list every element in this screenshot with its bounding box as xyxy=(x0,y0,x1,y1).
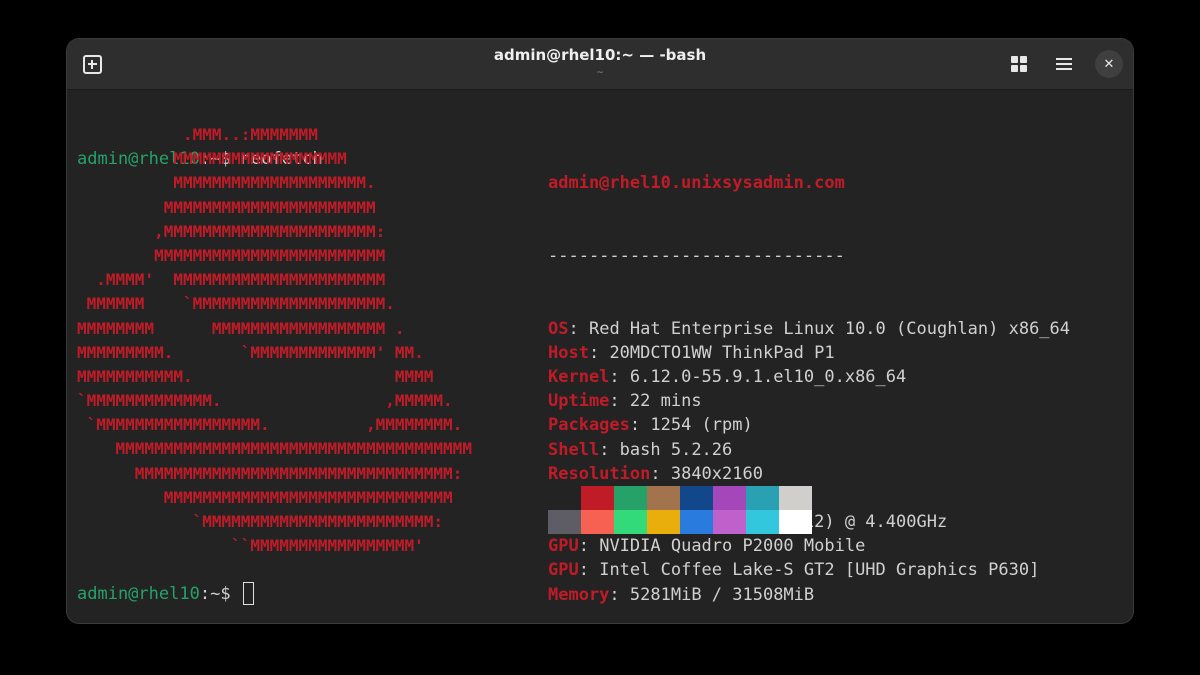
system-info: admin@rhel10.unixsysadmin.com ----------… xyxy=(548,123,1070,607)
prompt-user: admin@rhel10 xyxy=(77,584,200,604)
host-line: admin@rhel10.unixsysadmin.com xyxy=(548,173,845,194)
ascii-logo: .MMM..:MMMMMMM MMMMMMMMMMMMMMMMMM MMMMMM… xyxy=(77,123,472,558)
ascii-logo-line: MMMMMMMMM. `MMMMMMMMMMMMM' MM. xyxy=(77,342,424,362)
info-key: GPU xyxy=(548,560,579,581)
ascii-logo-line: MMMMMMMMMMMMMMMMMMMMMMMMMMMMMMMMM: xyxy=(77,463,463,483)
ascii-logo-line: .MMM..:MMMMMMM xyxy=(77,125,318,144)
color-palette xyxy=(548,486,812,534)
close-icon: ✕ xyxy=(1103,56,1115,72)
info-colon: : xyxy=(578,560,600,581)
info-key: Resolution xyxy=(548,463,651,484)
ascii-logo-line: `MMMMMMMMMMMMM. ,MMMMM. xyxy=(77,391,453,411)
info-colon: : xyxy=(609,391,630,412)
ascii-logo-line: MMMMMMMMMMMMMMMMMMMMMMMM xyxy=(77,245,386,265)
info-row: OS: Red Hat Enterprise Linux 10.0 (Cough… xyxy=(548,317,1070,341)
tab-overview-button[interactable] xyxy=(1005,50,1033,78)
color-swatch xyxy=(548,510,581,534)
ascii-logo-line: MMMMMMMMMMMMMMMMMMMMMM xyxy=(77,197,376,217)
info-value: NVIDIA Quadro P2000 Mobile xyxy=(599,536,866,557)
ascii-logo-line: MMMMMM `MMMMMMMMMMMMMMMMMMMM. xyxy=(77,294,395,314)
palette-row-normal xyxy=(548,486,812,510)
info-key: Shell xyxy=(548,439,600,460)
color-swatch xyxy=(779,510,812,534)
info-value: 5281MiB / 31508MiB xyxy=(629,584,815,605)
info-row: Packages: 1254 (rpm) xyxy=(548,413,1070,437)
ascii-logo-line: MMMMMMMMMMMMMMMMMMMMMMMMMMMMMMMMMMMMM xyxy=(77,439,472,459)
title-bar: admin@rhel10:~ — -bash ~ ✕ xyxy=(67,39,1133,90)
color-swatch xyxy=(548,486,581,510)
info-key: Memory xyxy=(548,584,610,605)
info-key: GPU xyxy=(548,536,579,557)
ascii-logo-line: MMMMMMMMMMMMMMMMMMMM. xyxy=(77,173,376,193)
ascii-logo-line: MMMMMMMMMMMMMMMMMMMMMMMMMMMMMM xyxy=(77,487,453,507)
info-row: GPU: Intel Coffee Lake-S GT2 [UHD Graphi… xyxy=(548,558,1070,582)
grid-icon xyxy=(1011,56,1027,72)
info-colon: : xyxy=(629,415,651,436)
color-swatch xyxy=(581,486,614,510)
palette-row-bright xyxy=(548,510,812,534)
info-value: bash 5.2.26 xyxy=(619,439,733,460)
color-swatch xyxy=(746,486,779,510)
info-value: 20MDCTO1WW ThinkPad P1 xyxy=(609,342,835,363)
color-swatch xyxy=(713,486,746,510)
color-swatch xyxy=(746,510,779,534)
info-colon: : xyxy=(609,366,630,387)
separator-line: ----------------------------- xyxy=(548,246,845,266)
active-prompt[interactable]: admin@rhel10:~$ xyxy=(77,582,254,606)
ascii-logo-line: `MMMMMMMMMMMMMMMMMMMMMMMM: xyxy=(77,512,444,531)
hamburger-menu-icon xyxy=(1056,55,1072,73)
info-value: Red Hat Enterprise Linux 10.0 (Coughlan)… xyxy=(588,318,1071,339)
info-row: Resolution: 3840x2160 xyxy=(548,462,1070,486)
text-cursor xyxy=(242,582,254,605)
color-swatch xyxy=(647,486,680,510)
prompt-symbol: $ xyxy=(220,584,241,604)
window-title: admin@rhel10:~ — -bash xyxy=(493,46,707,64)
info-colon: : xyxy=(568,318,589,339)
info-row: Kernel: 6.12.0-55.9.1.el10_0.x86_64 xyxy=(548,365,1070,389)
info-value: 6.12.0-55.9.1.el10_0.x86_64 xyxy=(629,366,907,387)
color-swatch xyxy=(680,486,713,510)
main-menu-button[interactable] xyxy=(1050,50,1078,78)
info-value: 1254 (rpm) xyxy=(650,415,753,436)
info-row: Shell: bash 5.2.26 xyxy=(548,438,1070,462)
prompt-path: :~ xyxy=(199,584,221,604)
color-swatch xyxy=(713,510,746,534)
info-key: Host xyxy=(548,342,589,363)
info-colon: : xyxy=(599,439,620,460)
info-key: OS xyxy=(548,318,569,339)
info-colon: : xyxy=(609,584,630,605)
info-colon: : xyxy=(588,342,610,363)
ascii-logo-line: `MMMMMMMMMMMMMMMMM. ,MMMMMMMM. xyxy=(77,415,463,435)
color-swatch xyxy=(647,510,680,534)
info-key: Uptime xyxy=(548,391,610,412)
info-colon: : xyxy=(578,536,600,557)
info-value: 3840x2160 xyxy=(670,463,763,484)
ascii-logo-line: .MMMM' MMMMMMMMMMMMMMMMMMMMMM xyxy=(77,270,386,290)
info-key: Kernel xyxy=(548,366,610,387)
ascii-logo-line: MMMMMMMM MMMMMMMMMMMMMMMMMM . xyxy=(77,318,405,338)
window-subtitle: ~ xyxy=(596,68,604,78)
color-swatch xyxy=(581,510,614,534)
ascii-logo-line: MMMMMMMMMMM. MMMM xyxy=(77,366,434,386)
color-swatch xyxy=(614,510,647,534)
info-row: GPU: NVIDIA Quadro P2000 Mobile xyxy=(548,534,1070,558)
color-swatch xyxy=(680,510,713,534)
color-swatch xyxy=(614,486,647,510)
info-row: Host: 20MDCTO1WW ThinkPad P1 xyxy=(548,341,1070,365)
info-value: 22 mins xyxy=(629,391,702,412)
info-value: Intel Coffee Lake-S GT2 [UHD Graphics P6… xyxy=(599,560,1040,581)
terminal-window: admin@rhel10:~ — -bash ~ ✕ admin@rhel10:… xyxy=(67,39,1133,623)
ascii-logo-line: MMMMMMMMMMMMMMMMMM xyxy=(77,149,347,169)
ascii-logo-line: ``MMMMMMMMMMMMMMMMM' xyxy=(77,536,424,556)
info-row: Memory: 5281MiB / 31508MiB xyxy=(548,583,1070,607)
close-button[interactable]: ✕ xyxy=(1095,50,1123,78)
color-swatch xyxy=(779,486,812,510)
ascii-logo-line: ,MMMMMMMMMMMMMMMMMMMMMM: xyxy=(77,221,386,241)
info-row: Uptime: 22 mins xyxy=(548,389,1070,413)
info-colon: : xyxy=(650,463,671,484)
info-key: Packages xyxy=(548,415,630,436)
